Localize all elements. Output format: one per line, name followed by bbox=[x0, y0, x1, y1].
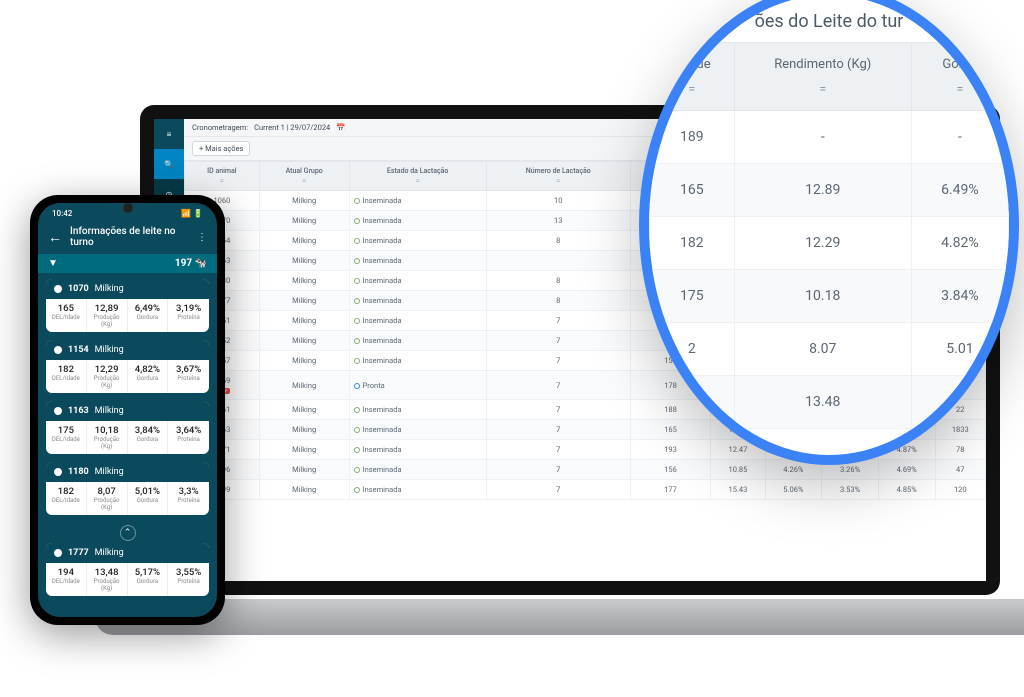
table-header[interactable]: Atual Grupo= bbox=[259, 162, 349, 191]
filter-icon[interactable]: ▼ bbox=[48, 258, 58, 269]
mag-header[interactable]: /Idade= bbox=[650, 43, 735, 111]
animal-card[interactable]: 1154 Milking 182DEL/Idade 12,29Produção … bbox=[46, 340, 209, 393]
phone-header: ← Informações de leite no turno ⋮ bbox=[38, 220, 217, 254]
table-row[interactable]: 1899MilkingInseminada717715.435.06%3.53%… bbox=[185, 480, 986, 500]
table-row[interactable]: 1896MilkingInseminada715610.854.26%3.26%… bbox=[185, 460, 986, 480]
search-icon[interactable]: 🔍 bbox=[154, 149, 184, 179]
more-icon[interactable]: ⋮ bbox=[197, 232, 207, 243]
mag-row: 18212.294.82% bbox=[650, 217, 1009, 270]
phone-signal-icons: 📶 🔋 bbox=[181, 209, 203, 218]
phone-screen: 10:42 📶 🔋 ← Informações de leite no turn… bbox=[38, 203, 217, 617]
mag-row: 28.075.01 bbox=[650, 323, 1009, 376]
mag-table: /Idade=Rendimento (Kg)=Gordu= 189--16512… bbox=[649, 42, 1009, 429]
mag-header[interactable]: Rendimento (Kg)= bbox=[734, 43, 911, 111]
phone-camera bbox=[123, 203, 133, 213]
phone-card-list: 1070 Milking 165DEL/Idade 12,89Produção … bbox=[38, 273, 217, 610]
phone-filter-bar[interactable]: ▼ 197 🐄 bbox=[38, 254, 217, 273]
phone-time: 10:42 bbox=[52, 209, 72, 218]
calendar-icon[interactable]: 📅 bbox=[336, 123, 345, 132]
phone-title: Informações de leite no turno bbox=[70, 226, 189, 248]
more-actions-button[interactable]: + Mais ações bbox=[192, 141, 250, 156]
animal-card[interactable]: 1777 Milking 194DEL/Idade 13,48Produção … bbox=[46, 543, 209, 596]
animal-card[interactable]: 1163 Milking 175DEL/Idade 10,18Produção … bbox=[46, 401, 209, 454]
mag-row: 189-- bbox=[650, 111, 1009, 164]
table-header[interactable]: Número de Lactação= bbox=[486, 162, 630, 191]
table-header[interactable]: Estado da Lactação= bbox=[349, 162, 486, 191]
mag-header[interactable]: Gordu= bbox=[911, 43, 1008, 111]
mag-row: 16512.896.49% bbox=[650, 164, 1009, 217]
expand-up-button[interactable]: ⌃ bbox=[46, 523, 209, 543]
crono-label: Cronometragem: bbox=[192, 123, 248, 132]
back-icon[interactable]: ← bbox=[48, 229, 62, 246]
table-header[interactable]: ID animal= bbox=[185, 162, 260, 191]
menu-icon[interactable]: ≡ bbox=[154, 119, 184, 149]
animal-card[interactable]: 1070 Milking 165DEL/Idade 12,89Produção … bbox=[46, 279, 209, 332]
mag-title: ões do Leite do tur bbox=[649, 0, 1009, 42]
mag-row: 17510.183.84% bbox=[650, 270, 1009, 323]
animal-card[interactable]: 1180 Milking 182DEL/Idade 8,07Produção (… bbox=[46, 462, 209, 515]
phone-frame: 10:42 📶 🔋 ← Informações de leite no turn… bbox=[30, 195, 225, 625]
mag-row: 13.48 bbox=[650, 376, 1009, 429]
zoom-callout: ões do Leite do tur /Idade=Rendimento (K… bbox=[639, 0, 1019, 465]
crono-value[interactable]: Current 1 | 29/07/2024 bbox=[254, 123, 330, 132]
filter-count: 197 bbox=[175, 258, 192, 269]
laptop-base bbox=[95, 599, 1024, 635]
cow-icon: 🐄 bbox=[195, 258, 207, 269]
